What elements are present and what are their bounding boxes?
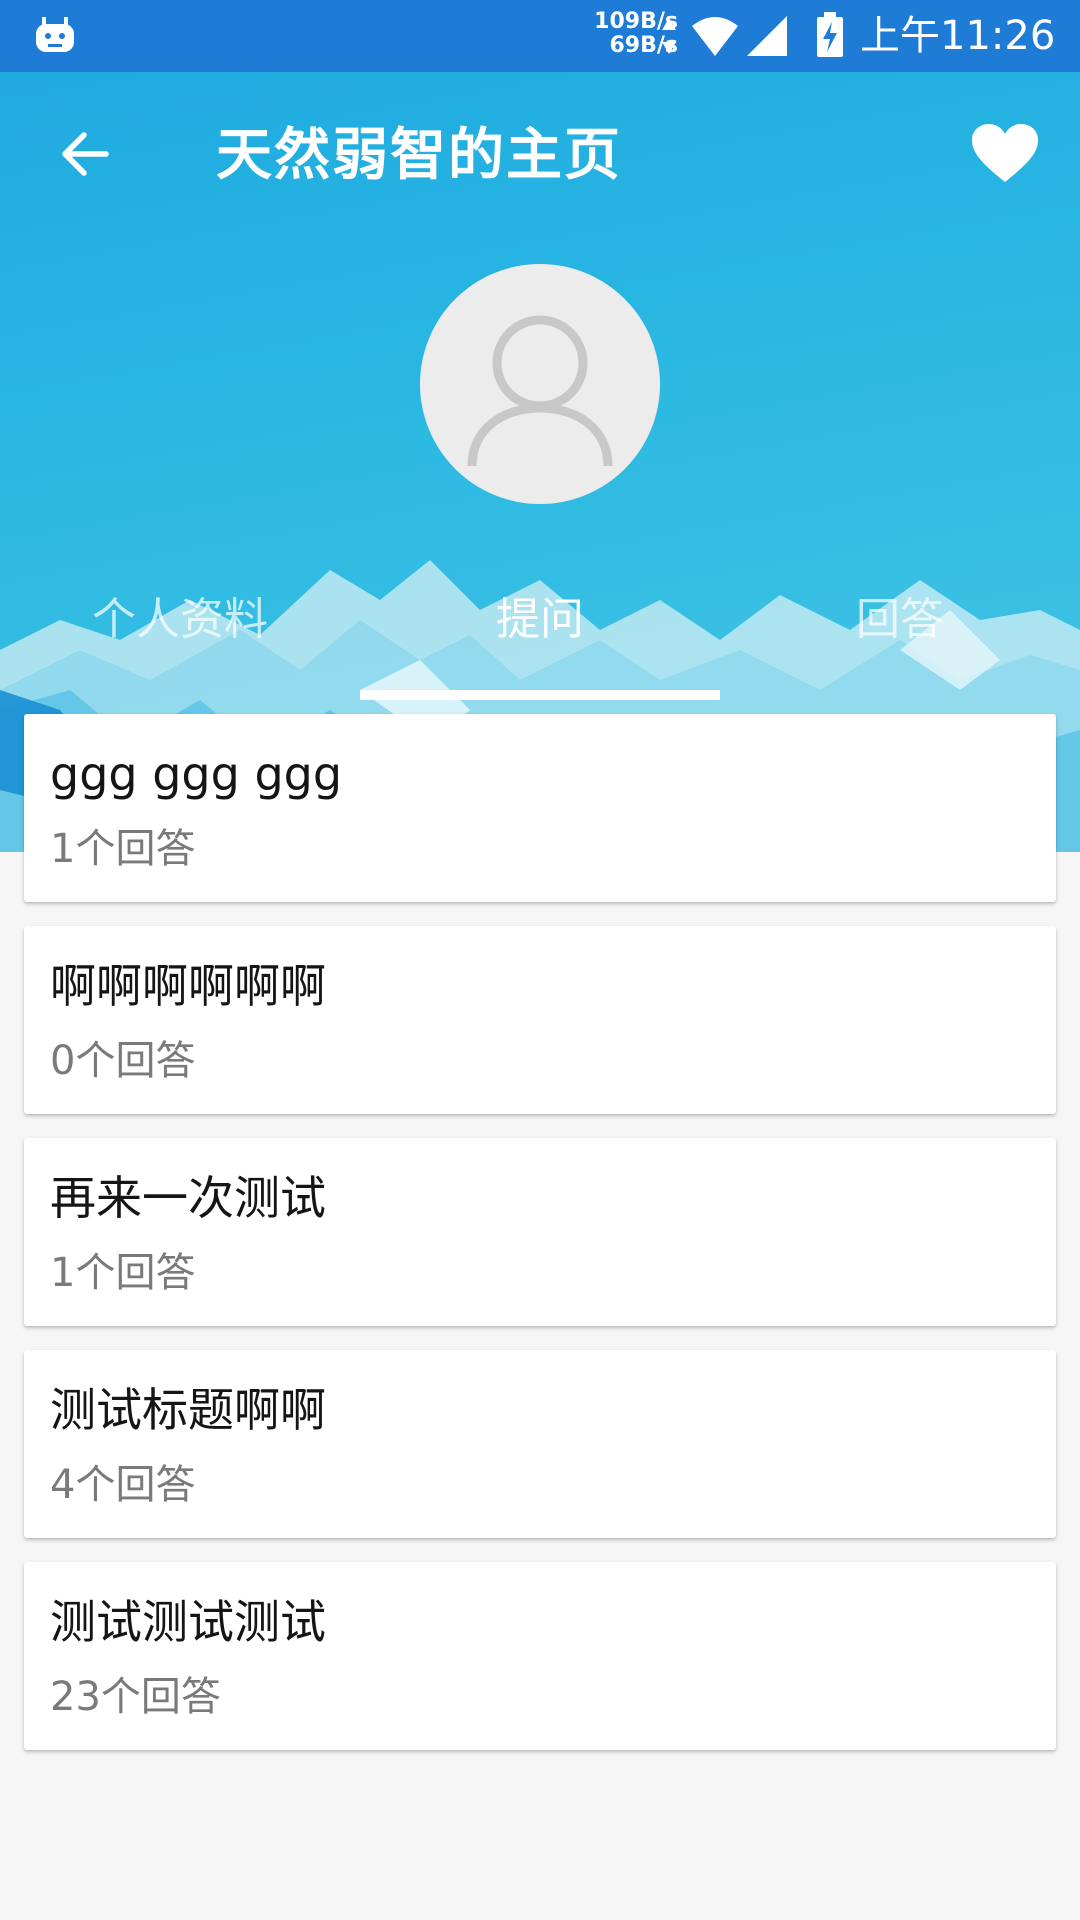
active-tab-indicator	[360, 690, 720, 700]
question-title: ggg ggg ggg	[50, 747, 343, 801]
question-title: 测试标题啊啊	[50, 1383, 326, 1437]
question-card[interactable]: ggg ggg ggg 1个回答	[24, 714, 1056, 902]
heart-icon[interactable]	[970, 122, 1040, 186]
question-list: ggg ggg ggg 1个回答 啊啊啊啊啊啊 0个回答 再来一次测试 1个回答…	[24, 714, 1056, 1774]
answer-count: 1个回答	[50, 826, 196, 872]
answer-count: 4个回答	[50, 1462, 196, 1508]
wifi-icon	[692, 17, 738, 56]
answer-count: 23个回答	[50, 1674, 221, 1720]
signal-icon	[747, 16, 787, 56]
question-title: 测试测试测试	[50, 1595, 326, 1649]
tab-answers[interactable]: 回答	[720, 590, 1080, 650]
app-notification-icon	[36, 17, 74, 52]
question-card[interactable]: 测试测试测试 23个回答	[24, 1562, 1056, 1750]
question-title: 啊啊啊啊啊啊	[50, 959, 326, 1013]
question-card[interactable]: 啊啊啊啊啊啊 0个回答	[24, 926, 1056, 1114]
battery-charging-icon	[817, 12, 843, 57]
page-title: 天然弱智的主页	[216, 123, 622, 188]
status-time: 上午11:26	[860, 13, 1056, 59]
back-arrow-icon[interactable]	[54, 124, 114, 184]
question-title: 再来一次测试	[50, 1171, 326, 1225]
answer-count: 0个回答	[50, 1038, 196, 1084]
network-activity-icon	[662, 18, 676, 54]
question-card[interactable]: 再来一次测试 1个回答	[24, 1138, 1056, 1326]
tab-questions[interactable]: 提问	[360, 590, 720, 650]
status-bar: 109B/s 69B/s 上午11:26	[0, 0, 1080, 72]
answer-count: 1个回答	[50, 1250, 196, 1296]
user-placeholder-icon	[467, 315, 613, 467]
avatar[interactable]	[420, 264, 660, 504]
question-card[interactable]: 测试标题啊啊 4个回答	[24, 1350, 1056, 1538]
tab-profile[interactable]: 个人资料	[0, 590, 360, 650]
